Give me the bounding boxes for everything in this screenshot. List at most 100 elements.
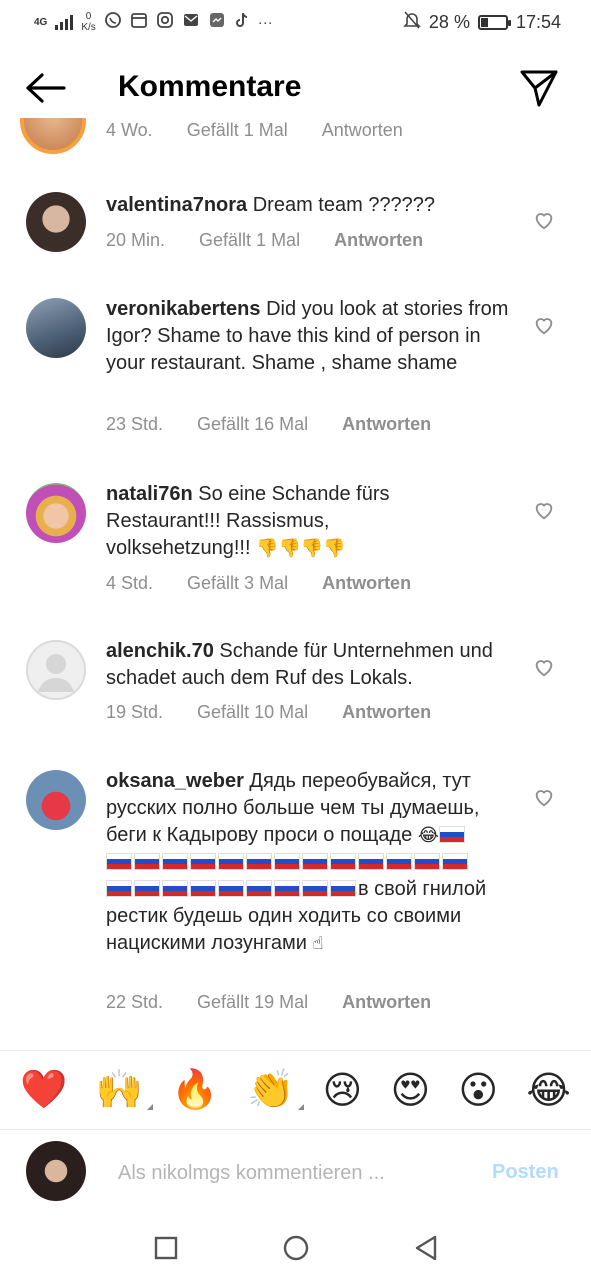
share-button[interactable] bbox=[519, 68, 559, 108]
like-heart-icon[interactable] bbox=[533, 786, 555, 808]
heart-emoji-button[interactable]: ❤️ bbox=[20, 1068, 67, 1112]
raised-hands-emoji: 🙌 bbox=[95, 1069, 144, 1111]
home-button[interactable] bbox=[281, 1233, 311, 1263]
russia-flag-icon bbox=[302, 853, 328, 870]
comment-username[interactable]: alenchik.70 bbox=[106, 640, 214, 662]
comment-text: alenchik.70 Schande für Unternehmen und … bbox=[106, 638, 516, 692]
russia-flag-icon bbox=[218, 853, 244, 870]
comment-content: Dream team ?????? bbox=[247, 194, 436, 216]
comment-username[interactable]: natali76n bbox=[106, 483, 193, 505]
avatar[interactable] bbox=[26, 192, 86, 252]
laughing-emoji-button[interactable]: 😂 bbox=[526, 1068, 570, 1113]
circle-icon bbox=[283, 1235, 308, 1260]
post-button[interactable]: Posten bbox=[492, 1161, 559, 1184]
comment-input[interactable] bbox=[118, 1157, 448, 1189]
comment-composer: Posten bbox=[0, 1131, 591, 1215]
surprised-emoji-button[interactable]: 😮 bbox=[458, 1068, 498, 1113]
avatar[interactable] bbox=[20, 118, 86, 154]
back-nav-button[interactable] bbox=[411, 1233, 441, 1263]
comment-username[interactable]: valentina7nora bbox=[106, 194, 247, 216]
emoji-reaction-bar: ❤️ 🙌 🔥 👏 😢 😍 😮 😂 bbox=[0, 1050, 591, 1130]
more-notifications-icon: ··· bbox=[257, 13, 273, 31]
russia-flag-icon bbox=[218, 880, 244, 897]
comment-likes[interactable]: Gefällt 19 Mal bbox=[197, 992, 308, 1013]
russia-flag-icon bbox=[358, 853, 384, 870]
back-button[interactable] bbox=[24, 72, 66, 104]
reply-button[interactable]: Antworten bbox=[342, 992, 431, 1013]
page-title: Kommentare bbox=[118, 70, 302, 103]
default-avatar-icon bbox=[26, 640, 86, 700]
like-heart-icon[interactable] bbox=[533, 499, 555, 521]
status-left: 4G 0 K/s ··· bbox=[34, 11, 273, 33]
battery-icon bbox=[477, 14, 511, 30]
network-speed: 0 K/s bbox=[81, 11, 95, 33]
raised-hands-emoji-button[interactable]: 🙌 bbox=[95, 1068, 154, 1112]
avatar[interactable] bbox=[26, 483, 86, 543]
russia-flag-icon bbox=[330, 853, 356, 870]
russia-flag-icon bbox=[162, 880, 188, 897]
comment-likes[interactable]: Gefällt 1 Mal bbox=[199, 230, 300, 251]
russia-flag-icon bbox=[414, 853, 440, 870]
tiktok-icon bbox=[234, 11, 250, 33]
mail-icon bbox=[182, 11, 200, 33]
fire-emoji-button[interactable]: 🔥 bbox=[171, 1068, 218, 1112]
comment-text: valentina7nora Dream team ?????? bbox=[106, 192, 516, 219]
reply-button[interactable]: Antworten bbox=[334, 230, 423, 251]
russia-flag-icon bbox=[330, 880, 356, 897]
comment-meta: 4 Std. Gefällt 3 Mal Antworten bbox=[106, 573, 411, 594]
clapping-emoji-button[interactable]: 👏 bbox=[247, 1068, 305, 1112]
status-right: 28 % 17:54 bbox=[402, 10, 561, 35]
signal-icon bbox=[55, 14, 74, 30]
comment-meta: 4 Wo. Gefällt 1 Mal Antworten bbox=[106, 120, 403, 141]
my-avatar bbox=[26, 1141, 86, 1201]
like-heart-icon[interactable] bbox=[533, 314, 555, 336]
back-arrow-icon bbox=[26, 73, 66, 103]
comment-text: natali76n So eine Schande fürs Restauran… bbox=[106, 481, 406, 562]
reply-button[interactable]: Antworten bbox=[342, 702, 431, 723]
comment-username[interactable]: veronikabertens bbox=[106, 298, 261, 320]
comment-username[interactable]: oksana_weber bbox=[106, 770, 244, 792]
comment-time: 19 Std. bbox=[106, 702, 164, 722]
comment-item: veronikabertens Did you look at stories … bbox=[0, 296, 591, 446]
russia-flag-icon bbox=[190, 853, 216, 870]
speed-value: 0 bbox=[85, 11, 92, 22]
avatar[interactable] bbox=[26, 298, 86, 358]
comment-likes[interactable]: Gefällt 16 Mal bbox=[197, 414, 308, 435]
russia-flag-icon bbox=[246, 853, 272, 870]
russia-flag-icon bbox=[274, 880, 300, 897]
reply-button[interactable]: Antworten bbox=[342, 414, 431, 435]
like-heart-icon[interactable] bbox=[533, 209, 555, 231]
comment-meta: 22 Std. Gefällt 19 Mal Antworten bbox=[106, 992, 431, 1013]
network-type: 4G bbox=[34, 16, 48, 28]
russia-flag-icon bbox=[134, 880, 160, 897]
battery-percent: 28 % bbox=[428, 11, 470, 32]
heart-eyes-emoji-button[interactable]: 😍 bbox=[391, 1068, 431, 1113]
crying-emoji-button[interactable]: 😢 bbox=[323, 1068, 363, 1113]
send-icon bbox=[520, 70, 558, 107]
comment-likes[interactable]: Gefällt 3 Mal bbox=[187, 573, 288, 594]
like-heart-icon[interactable] bbox=[533, 656, 555, 678]
variant-indicator-icon bbox=[298, 1104, 305, 1110]
comment-likes[interactable]: Gefällt 10 Mal bbox=[197, 702, 308, 723]
system-nav-bar bbox=[0, 1215, 591, 1280]
app-icon bbox=[208, 11, 226, 33]
russia-flag-icon bbox=[302, 880, 328, 897]
avatar[interactable] bbox=[26, 640, 86, 700]
recent-apps-button[interactable] bbox=[151, 1233, 181, 1263]
russia-flag-icon bbox=[274, 853, 300, 870]
russia-flag-icon bbox=[106, 880, 132, 897]
comment-item: valentina7nora Dream team ?????? 20 Min.… bbox=[0, 190, 591, 290]
comment-text: oksana_weber Дядь переобувайся, тут русс… bbox=[106, 768, 491, 957]
russia-flag-icon bbox=[106, 853, 132, 870]
comment-time: 23 Std. bbox=[106, 414, 164, 434]
variant-indicator-icon bbox=[147, 1104, 154, 1110]
comments-list: 4 Wo. Gefällt 1 Mal Antworten valentina7… bbox=[0, 118, 591, 1048]
reply-button[interactable]: Antworten bbox=[322, 120, 403, 141]
comment-partial: 4 Wo. Gefällt 1 Mal Antworten bbox=[0, 118, 591, 158]
instagram-icon bbox=[156, 11, 174, 33]
reply-button[interactable]: Antworten bbox=[322, 573, 411, 594]
avatar[interactable] bbox=[26, 770, 86, 830]
comment-likes[interactable]: Gefällt 1 Mal bbox=[187, 120, 288, 141]
comment-meta: 19 Std. Gefällt 10 Mal Antworten bbox=[106, 702, 431, 723]
russia-flag-icon bbox=[134, 853, 160, 870]
